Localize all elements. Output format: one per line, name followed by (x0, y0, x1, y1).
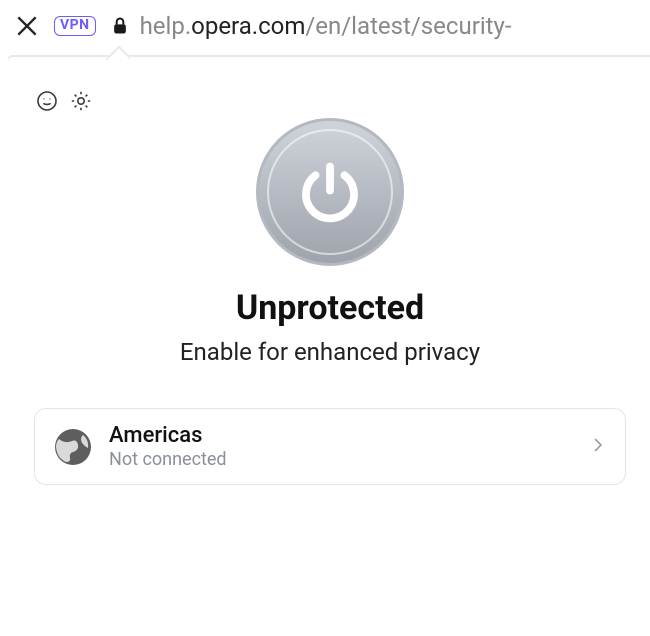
vpn-status-subtitle: Enable for enhanced privacy (34, 338, 626, 366)
vpn-toggle-button[interactable] (256, 118, 404, 266)
feedback-button[interactable] (34, 88, 60, 114)
close-button[interactable] (10, 9, 44, 43)
power-button-wrap (34, 118, 626, 266)
address-bar-url[interactable]: help.opera.com/en/latest/security- (140, 12, 640, 40)
power-icon (294, 156, 366, 228)
smiley-icon (35, 89, 59, 113)
region-name: Americas (109, 423, 573, 449)
region-selector[interactable]: Americas Not connected (34, 408, 626, 485)
region-status: Not connected (109, 449, 573, 470)
chevron-right-icon (589, 436, 607, 458)
url-suffix: /en/latest/security- (305, 12, 511, 40)
globe-icon (53, 427, 93, 467)
vpn-panel: Unprotected Enable for enhanced privacy … (10, 58, 650, 636)
panel-toolbar (34, 88, 626, 114)
close-icon (14, 13, 40, 39)
vpn-status-title: Unprotected (34, 288, 626, 328)
region-text: Americas Not connected (109, 423, 573, 470)
gear-icon (69, 89, 93, 113)
settings-button[interactable] (68, 88, 94, 114)
vpn-badge[interactable]: VPN (54, 16, 96, 35)
url-prefix: help. (140, 12, 192, 40)
browser-topbar: VPN help.opera.com/en/latest/security- (0, 0, 650, 52)
url-host: opera.com (191, 12, 305, 40)
lock-icon (110, 16, 130, 36)
